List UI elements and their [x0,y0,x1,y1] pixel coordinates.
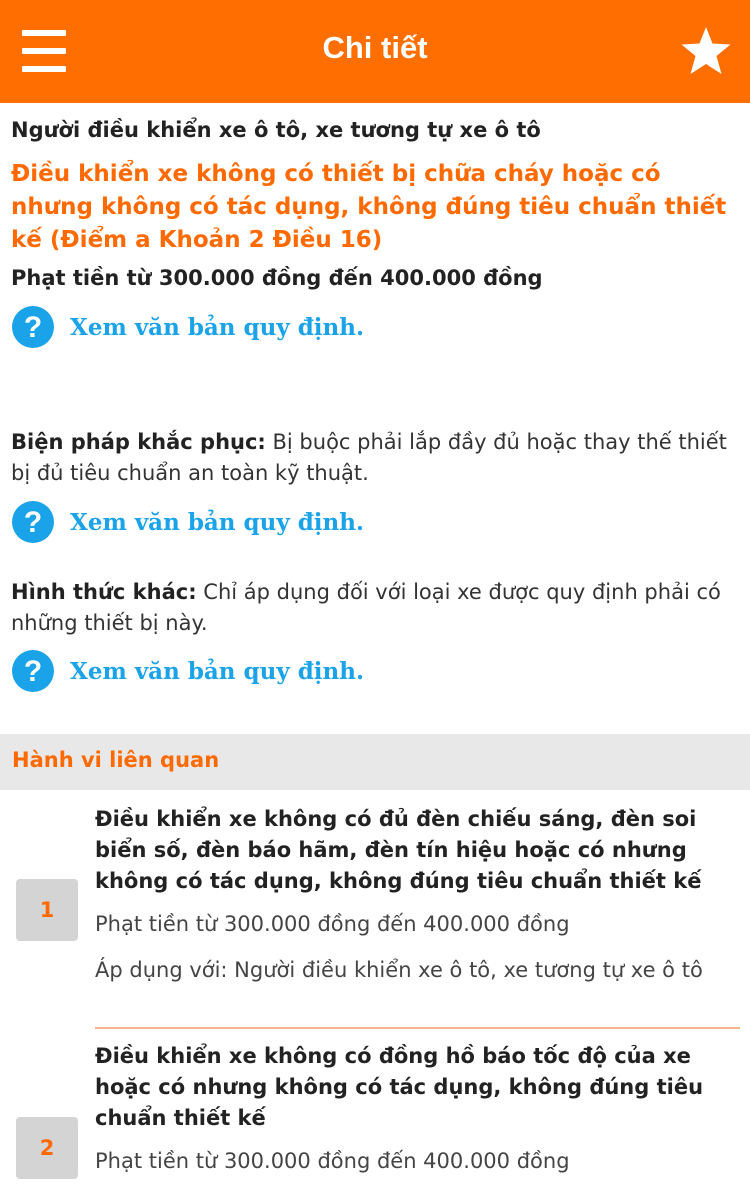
item-fine: Phạt tiền từ 300.000 đồng đến 400.000 đồ… [95,912,570,936]
view-regulation-link[interactable]: ? Xem văn bản quy định. [11,649,364,693]
fine-text: Phạt tiền từ 300.000 đồng đến 400.000 đồ… [11,266,543,290]
item-divider [95,1027,740,1029]
view-regulation-link-text: Xem văn bản quy định. [70,313,364,341]
item-title: Điều khiển xe không có đồng hồ báo tốc đ… [95,1044,704,1130]
item-applies-to: Áp dụng với: Người điều khiển xe ô tô, x… [95,958,703,982]
violation-title: Điều khiển xe không có thiết bị chữa chá… [11,161,727,253]
related-section-title: Hành vi liên quan [12,748,220,772]
svg-text:?: ? [24,506,42,539]
view-regulation-link-text: Xem văn bản quy định. [70,508,364,536]
question-icon: ? [12,501,54,543]
view-regulation-link[interactable]: ? Xem văn bản quy định. [11,305,364,349]
related-section-header: Hành vi liên quan [0,734,750,790]
page-title: Chi tiết [322,30,428,65]
remedy-label: Biện pháp khắc phục: [11,430,266,454]
view-regulation-link[interactable]: ? Xem văn bản quy định. [11,500,364,544]
view-regulation-link-text: Xem văn bản quy định. [70,657,364,685]
question-icon: ? [12,306,54,348]
star-icon[interactable] [680,26,732,76]
item-number-badge: 2 [16,1117,78,1179]
item-title: Điều khiển xe không có đủ đèn chiếu sáng… [95,807,702,893]
item-fine: Phạt tiền từ 300.000 đồng đến 400.000 đồ… [95,1149,570,1173]
question-icon: ? [12,650,54,692]
remedy-paragraph: Biện pháp khắc phục: Bị buộc phải lắp đầ… [11,427,746,489]
svg-text:?: ? [24,311,42,344]
svg-text:?: ? [24,655,42,688]
other-penalty-label: Hình thức khác: [11,580,197,604]
app-bar: Chi tiết [0,0,750,103]
subject-text: Người điều khiển xe ô tô, xe tương tự xe… [11,118,541,142]
other-penalty-paragraph: Hình thức khác: Chỉ áp dụng đối với loại… [11,577,746,639]
item-number-badge: 1 [16,879,78,941]
